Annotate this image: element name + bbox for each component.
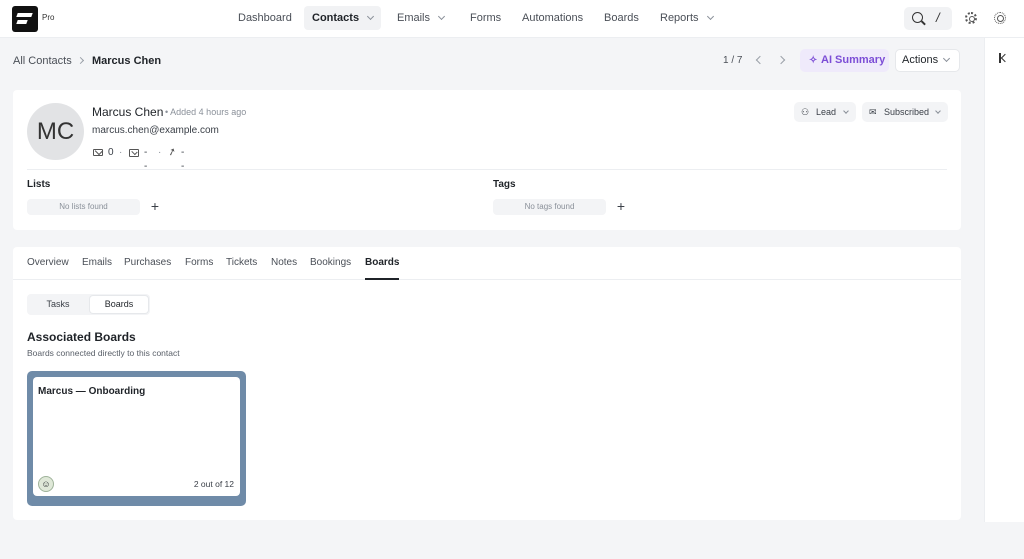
next-contact-button[interactable] <box>776 55 786 65</box>
chevron-down-icon <box>437 12 446 21</box>
contact-card: MC Marcus Chen • Added 4 hours ago marcu… <box>13 90 961 230</box>
nav-boards[interactable]: Boards <box>596 6 647 30</box>
prev-contact-button[interactable] <box>755 55 765 65</box>
separator: · <box>119 147 123 158</box>
lists-label: Lists <box>27 179 51 190</box>
tab-forms[interactable]: Forms <box>185 256 213 270</box>
chevron-down-icon <box>943 54 951 63</box>
tabs-divider <box>13 279 961 280</box>
user-icon: ⚇ <box>801 107 810 117</box>
top-navbar: Pro Dashboard Contacts Emails Forms Auto… <box>0 0 1024 38</box>
pro-badge: Pro <box>42 13 55 22</box>
breadcrumb-current: Marcus Chen <box>92 55 162 67</box>
envelope-icon: ✉ <box>869 107 877 117</box>
nav-contacts[interactable]: Contacts <box>304 6 382 30</box>
section-subtitle: Boards connected directly to this contac… <box>27 348 180 358</box>
search-shortcut: / <box>936 10 940 25</box>
section-title: Associated Boards <box>27 330 136 344</box>
gear-icon[interactable] <box>965 12 977 24</box>
ai-summary-button[interactable]: ✧ AI Summary <box>800 49 889 72</box>
nav-emails[interactable]: Emails <box>389 6 452 30</box>
add-tag-button[interactable]: + <box>613 199 629 215</box>
tab-overview[interactable]: Overview <box>27 256 69 270</box>
mail-icon <box>93 149 103 156</box>
open-mail-icon <box>129 149 139 157</box>
segment-boards[interactable]: Boards <box>90 296 148 313</box>
tab-bookings[interactable]: Bookings <box>310 256 351 270</box>
tab-tickets[interactable]: Tickets <box>226 256 257 270</box>
subscription-status-dropdown[interactable]: ✉ Subscribed <box>862 102 948 122</box>
nav-dashboard[interactable]: Dashboard <box>230 6 300 30</box>
tasks-boards-toggle: Tasks Boards <box>27 294 150 315</box>
segment-tasks[interactable]: Tasks <box>29 296 87 313</box>
chevron-down-icon <box>706 12 714 21</box>
pager-count: 1 / 7 <box>723 55 743 66</box>
actions-button[interactable]: Actions <box>895 49 960 72</box>
sun-icon[interactable] <box>994 12 1006 24</box>
breadcrumb-all-contacts[interactable]: All Contacts <box>13 54 72 68</box>
tabs-card: Overview Emails Purchases Forms Tickets … <box>13 247 961 520</box>
member-avatar: ☺ <box>38 476 54 492</box>
contact-name: Marcus Chen <box>92 105 164 119</box>
lead-status-dropdown[interactable]: ⚇ Lead <box>794 102 856 122</box>
chevron-down-icon <box>843 108 849 114</box>
chevron-right-icon <box>76 56 85 65</box>
divider <box>27 169 947 170</box>
contact-email[interactable]: marcus.chen@example.com <box>92 125 219 136</box>
lists-empty: No lists found <box>27 199 140 215</box>
avatar: MC <box>27 103 84 160</box>
board-card-body: Marcus — Onboarding ☺ 2 out of 12 <box>33 377 240 496</box>
board-task-count: 2 out of 12 <box>193 479 234 489</box>
tab-purchases[interactable]: Purchases <box>124 256 171 270</box>
tab-boards[interactable]: Boards <box>365 256 399 270</box>
chevron-down-icon <box>367 12 375 21</box>
add-list-button[interactable]: + <box>147 199 163 215</box>
active-tab-indicator <box>365 278 399 280</box>
separator: · <box>158 147 162 158</box>
right-rail <box>984 38 1024 522</box>
chevron-down-icon <box>935 108 941 114</box>
nav-reports[interactable]: Reports <box>652 6 721 30</box>
tags-empty: No tags found <box>493 199 606 215</box>
collapse-icon[interactable] <box>999 53 1009 63</box>
search-icon <box>912 12 923 23</box>
nav-forms[interactable]: Forms <box>462 6 509 30</box>
board-card[interactable]: Marcus — Onboarding ☺ 2 out of 12 <box>27 371 246 506</box>
board-title: Marcus — Onboarding <box>38 386 146 397</box>
emails-sent-count: 0 <box>108 147 114 158</box>
contact-added-time: • Added 4 hours ago <box>165 107 247 117</box>
cursor-click-icon: ➚ <box>166 145 179 160</box>
tab-notes[interactable]: Notes <box>271 256 297 270</box>
sparkle-icon: ✧ <box>809 55 818 66</box>
search-button[interactable]: / <box>904 7 952 30</box>
nav-automations[interactable]: Automations <box>514 6 591 30</box>
app-logo[interactable] <box>12 6 38 32</box>
tab-emails[interactable]: Emails <box>82 256 112 270</box>
tags-label: Tags <box>493 179 516 190</box>
